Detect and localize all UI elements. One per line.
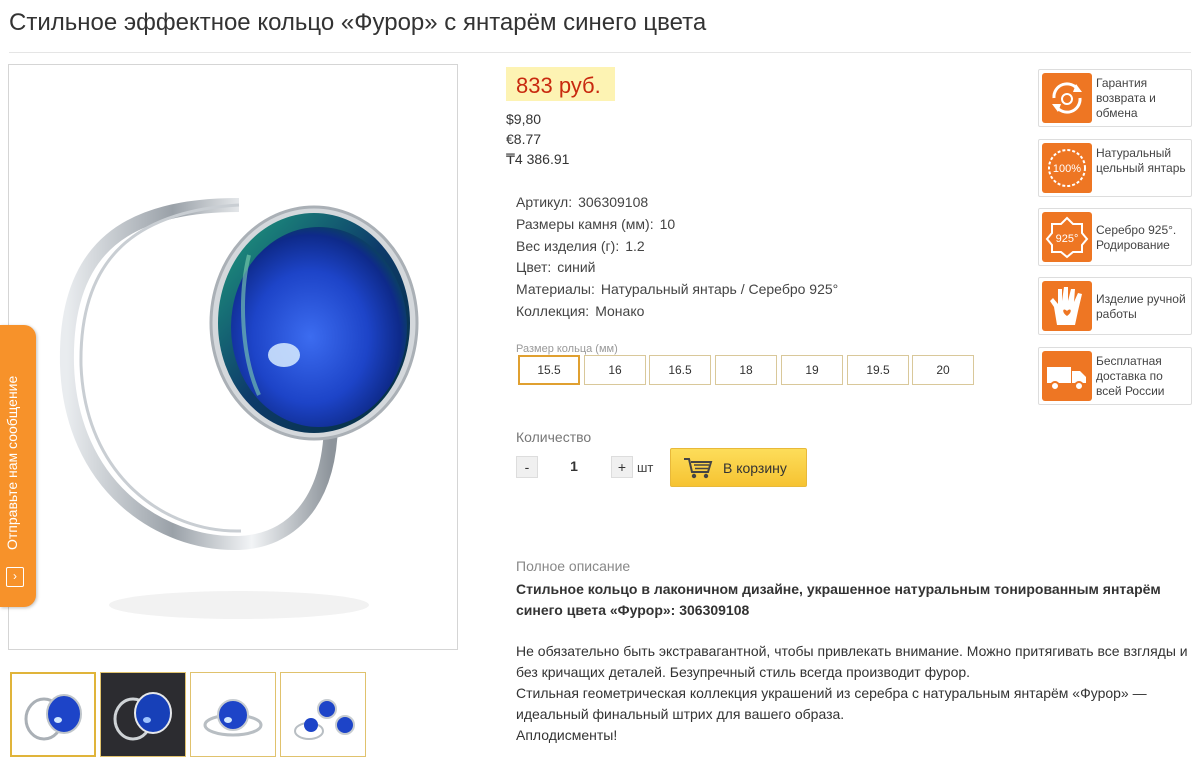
ring-size-label: Размер кольца (мм) [516, 343, 618, 355]
add-to-cart-button[interactable]: В корзину [670, 448, 807, 487]
size-option-16-5[interactable]: 16.5 [649, 355, 711, 385]
feature-silver-925: 925° Серебро 925°. Родирование [1038, 208, 1192, 266]
spec-color: Цвет: синий [516, 259, 595, 275]
feature-return-exchange: Гарантия возврата и обмена [1038, 69, 1192, 127]
return-exchange-icon [1042, 73, 1092, 123]
price-kzt: ₸4 386.91 [506, 151, 570, 167]
spec-collection: Коллекция: Монако [516, 303, 644, 319]
spec-value: 1.2 [625, 238, 645, 254]
size-option-19[interactable]: 19 [781, 355, 843, 385]
description-paragraph: Стильная геометрическая коллекция украше… [516, 685, 1147, 722]
title-divider [9, 52, 1191, 53]
send-message-tab[interactable]: Отправьте нам сообщение › [0, 325, 36, 607]
message-arrow-icon: › [6, 567, 24, 587]
thumbnail-4[interactable] [280, 672, 366, 757]
spec-stone-size: Размеры камня (мм): 10 [516, 216, 675, 232]
price-eur: €8.77 [506, 131, 542, 147]
quantity-input[interactable] [545, 458, 603, 474]
feature-text: Серебро 925°. Родирование [1096, 223, 1177, 252]
spec-label: Цвет: [516, 259, 552, 275]
price: 833 руб. [516, 73, 601, 98]
size-option-20[interactable]: 20 [912, 355, 974, 385]
quantity-label: Количество [516, 429, 592, 445]
spec-value: 10 [659, 216, 676, 232]
thumbnail-3[interactable] [190, 672, 276, 757]
feature-text: Гарантия возврата и обмена [1096, 76, 1156, 120]
feature-free-delivery: Бесплатная доставка по всей России [1038, 347, 1192, 405]
feature-natural-amber: 100% Натуральный цельный янтарь [1038, 139, 1192, 197]
description-body: Не обязательно быть экстравагантной, что… [516, 641, 1191, 746]
spec-label: Артикул: [516, 194, 573, 210]
description-paragraph: Аплодисменты! [516, 727, 618, 743]
spec-value: Натуральный янтарь / Серебро 925° [600, 281, 839, 297]
handmade-icon [1042, 281, 1092, 331]
spec-label: Размеры камня (мм): [516, 216, 654, 232]
spec-label: Материалы: [516, 281, 595, 297]
size-option-15-5[interactable]: 15.5 [518, 355, 580, 385]
svg-text:100%: 100% [1053, 163, 1081, 175]
feature-text: Изделие ручной работы [1096, 292, 1186, 321]
spec-weight: Вес изделия (г): 1.2 [516, 238, 645, 254]
spec-materials: Материалы: Натуральный янтарь / Серебро 9… [516, 281, 838, 297]
description-label: Полное описание [516, 558, 631, 574]
feature-handmade: Изделие ручной работы [1038, 277, 1192, 335]
natural-amber-100-icon: 100% [1042, 143, 1092, 193]
spec-value: Монако [595, 303, 645, 319]
description-headline: Стильное кольцо в лаконичном дизайне, ук… [516, 581, 1161, 618]
spec-article: Артикул: 306309108 [516, 194, 648, 210]
feature-text: Бесплатная доставка по всей России [1096, 354, 1165, 398]
spec-value: синий [557, 259, 596, 275]
send-message-label: Отправьте нам сообщение [4, 375, 20, 550]
spec-value: 306309108 [578, 194, 649, 210]
main-product-image[interactable] [8, 64, 458, 650]
ring-image [59, 198, 419, 619]
size-option-16[interactable]: 16 [584, 355, 646, 385]
quantity-unit: шт [637, 460, 654, 475]
size-option-19-5[interactable]: 19.5 [847, 355, 909, 385]
silver-925-icon: 925° [1042, 212, 1092, 262]
thumbnail-1[interactable] [10, 672, 96, 757]
free-delivery-truck-icon [1042, 351, 1092, 401]
price-usd: $9,80 [506, 111, 542, 127]
thumbnail-2[interactable] [100, 672, 186, 757]
quantity-decrease-button[interactable]: - [516, 456, 538, 478]
description-paragraph: Не обязательно быть экстравагантной, что… [516, 643, 1188, 680]
shopping-cart-icon [684, 458, 713, 479]
page-title: Стильное эффектное кольцо «Фурор» с янта… [9, 9, 707, 36]
quantity-increase-button[interactable]: + [611, 456, 633, 478]
feature-text: Натуральный цельный янтарь [1096, 146, 1186, 175]
spec-label: Вес изделия (г): [516, 238, 620, 254]
add-to-cart-label: В корзину [723, 460, 787, 476]
size-option-18[interactable]: 18 [715, 355, 777, 385]
svg-text:925°: 925° [1056, 233, 1079, 245]
spec-label: Коллекция: [516, 303, 590, 319]
price-box: 833 руб. [506, 67, 615, 101]
